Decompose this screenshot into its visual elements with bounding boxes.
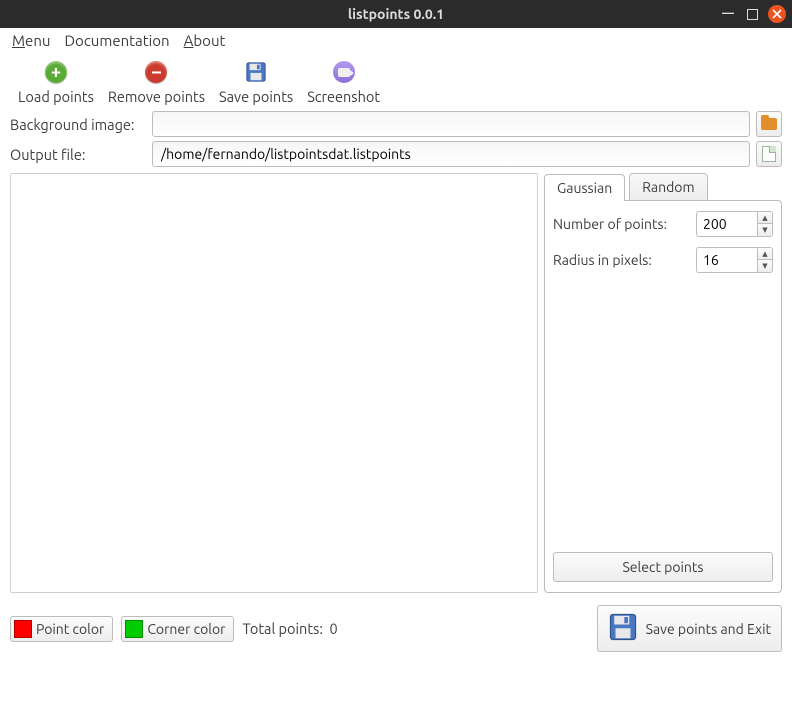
point-color-label: Point color	[36, 621, 104, 637]
point-color-button[interactable]: Point color	[10, 616, 113, 642]
minus-icon: –	[145, 61, 167, 83]
load-points-label: Load points	[18, 88, 94, 105]
radius-row: Radius in pixels: ▲ ▼	[553, 247, 773, 273]
remove-points-button[interactable]: – Remove points	[108, 59, 205, 105]
toolbar: + Load points – Remove points Save point…	[0, 53, 792, 109]
menu-documentation[interactable]: Documentation	[64, 32, 169, 49]
tab-random[interactable]: Random	[629, 173, 707, 200]
tab-gaussian[interactable]: Gaussian	[544, 174, 625, 201]
output-file-row: Output file:	[0, 139, 792, 169]
footer: Point color Corner color Total points: 0…	[0, 593, 792, 664]
total-points-label: Total points: 0	[242, 620, 337, 637]
window-maximize-button[interactable]	[747, 9, 758, 20]
radius-label: Radius in pixels:	[553, 252, 690, 268]
num-points-label: Number of points:	[553, 216, 690, 232]
floppy-icon	[608, 612, 638, 645]
num-points-row: Number of points: ▲ ▼	[553, 211, 773, 237]
radius-input[interactable]	[696, 247, 758, 273]
side-panel: Gaussian Random Number of points: ▲ ▼ Ra…	[544, 173, 782, 593]
window-minimize-button[interactable]: —	[719, 5, 737, 23]
menu-bar: Menu Documentation About	[0, 28, 792, 53]
radius-down[interactable]: ▼	[758, 260, 772, 272]
point-color-swatch	[14, 620, 32, 638]
save-points-button[interactable]: Save points	[219, 59, 293, 105]
save-points-label: Save points	[219, 88, 293, 105]
corner-color-swatch	[125, 620, 143, 638]
screenshot-label: Screenshot	[307, 88, 380, 105]
window-close-button[interactable]	[768, 5, 786, 23]
corner-color-button[interactable]: Corner color	[121, 616, 234, 642]
radius-up[interactable]: ▲	[758, 248, 772, 260]
title-bar: listpoints 0.0.1 —	[0, 0, 792, 28]
gaussian-panel: Number of points: ▲ ▼ Radius in pixels: …	[544, 200, 782, 593]
num-points-input[interactable]	[696, 211, 758, 237]
tab-strip: Gaussian Random	[544, 173, 782, 200]
select-points-button[interactable]: Select points	[553, 552, 773, 582]
output-file-label: Output file:	[10, 146, 146, 163]
corner-color-label: Corner color	[147, 621, 225, 637]
remove-points-label: Remove points	[108, 88, 205, 105]
background-image-input[interactable]	[152, 111, 750, 137]
plus-icon: +	[45, 61, 67, 83]
background-image-row: Background image:	[0, 109, 792, 139]
load-points-button[interactable]: + Load points	[18, 59, 94, 105]
browse-background-button[interactable]	[756, 111, 782, 137]
canvas-area[interactable]	[10, 173, 538, 593]
floppy-icon	[243, 59, 269, 85]
num-points-up[interactable]: ▲	[758, 212, 772, 224]
save-and-exit-button[interactable]: Save points and Exit	[597, 605, 782, 652]
camera-icon	[333, 61, 355, 83]
save-and-exit-label: Save points and Exit	[646, 621, 771, 637]
browse-output-button[interactable]	[756, 141, 782, 167]
background-image-label: Background image:	[10, 116, 146, 133]
menu-about[interactable]: About	[184, 32, 226, 49]
folder-icon	[761, 118, 777, 130]
window-title: listpoints 0.0.1	[348, 6, 444, 22]
output-file-input[interactable]	[152, 141, 750, 167]
main-area: Gaussian Random Number of points: ▲ ▼ Ra…	[0, 169, 792, 593]
num-points-down[interactable]: ▼	[758, 224, 772, 236]
menu-menu[interactable]: Menu	[12, 32, 50, 49]
screenshot-button[interactable]: Screenshot	[307, 59, 380, 105]
document-icon	[762, 146, 776, 162]
